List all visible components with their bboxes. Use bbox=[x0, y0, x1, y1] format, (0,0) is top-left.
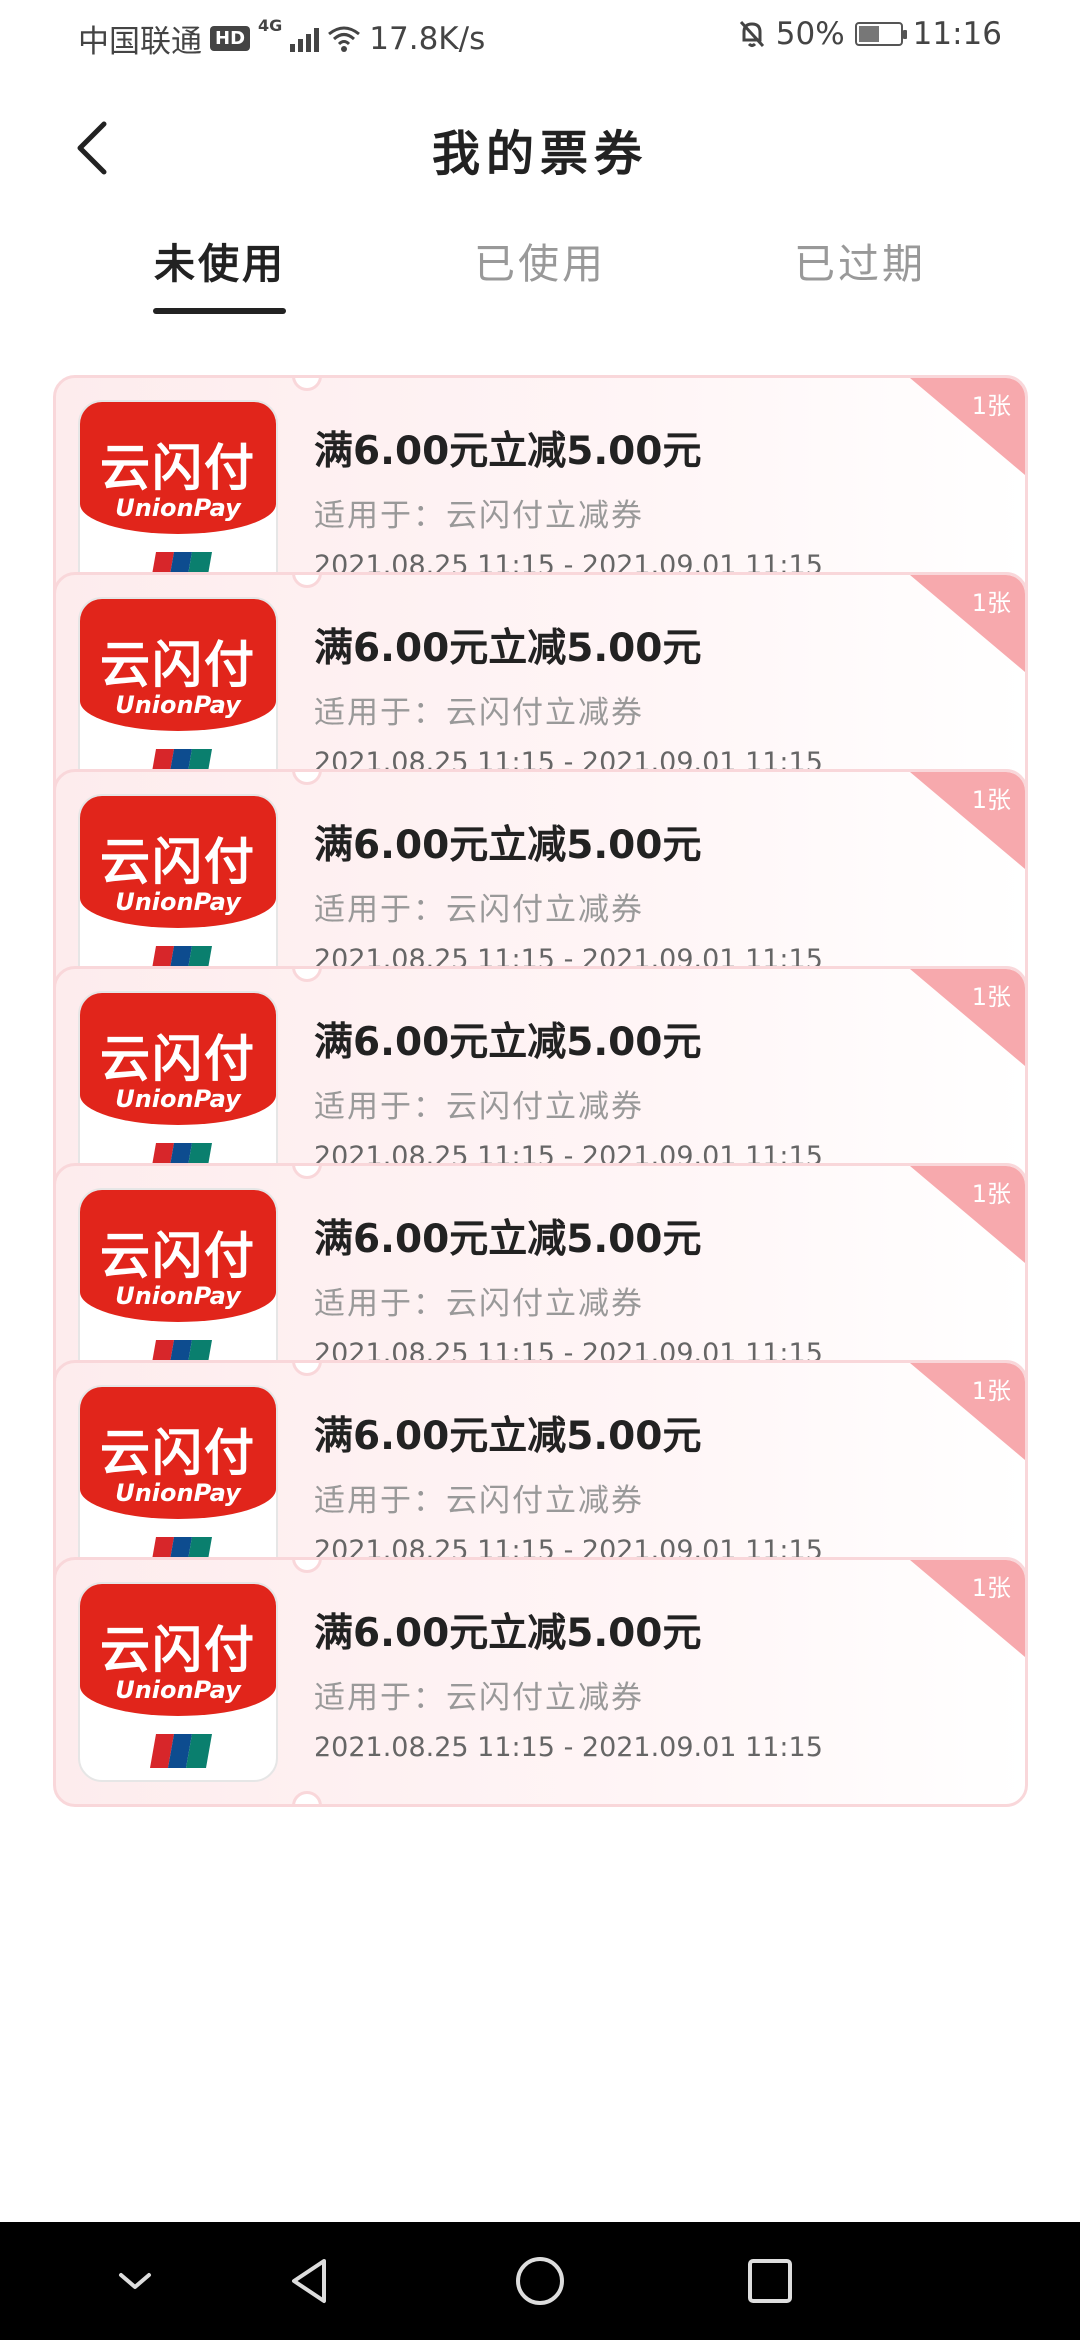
unionpay-logo: 云闪付 UnionPay bbox=[78, 1582, 278, 1782]
coupon-count-badge: 1张 bbox=[971, 1180, 1011, 1208]
unionpay-logo: 云闪付 UnionPay bbox=[78, 794, 278, 994]
coupon-scope: 适用于：云闪付立减券 bbox=[314, 1286, 644, 1322]
hd-icon: HD bbox=[210, 26, 251, 51]
logo-chinese-text: 云闪付 bbox=[100, 1030, 256, 1088]
ticket-notch bbox=[292, 575, 322, 588]
tab-unused[interactable]: 未使用 bbox=[120, 230, 320, 290]
page-title: 我的票券 bbox=[431, 126, 648, 182]
ticket-notch bbox=[292, 969, 322, 982]
ticket-notch bbox=[292, 1791, 322, 1804]
nav-recents-button[interactable] bbox=[735, 2246, 805, 2316]
tab-used[interactable]: 已使用 bbox=[440, 230, 640, 290]
coupon-title: 满6.00元立减5.00元 bbox=[314, 1414, 702, 1459]
ticket-notch bbox=[292, 1166, 322, 1179]
coupon-count-badge: 1张 bbox=[971, 392, 1011, 420]
logo-english-text: UnionPay bbox=[115, 691, 241, 719]
unionpay-logo: 云闪付 UnionPay bbox=[78, 597, 278, 797]
wifi-icon bbox=[328, 26, 361, 52]
logo-english-text: UnionPay bbox=[115, 1085, 241, 1113]
network-type: 4G bbox=[258, 16, 283, 35]
mute-icon bbox=[739, 20, 764, 48]
app-header: 我的票券 bbox=[0, 100, 1080, 190]
recents-square-icon bbox=[748, 2259, 792, 2303]
coupon-scope: 适用于：云闪付立减券 bbox=[314, 892, 644, 928]
tab-bar: 未使用 已使用 已过期 bbox=[0, 230, 1080, 320]
logo-chinese-text: 云闪付 bbox=[100, 1424, 256, 1482]
coupon-title: 满6.00元立减5.00元 bbox=[314, 1217, 702, 1262]
nav-back-button[interactable] bbox=[275, 2246, 345, 2316]
coupon-scope: 适用于：云闪付立减券 bbox=[314, 1680, 644, 1716]
system-nav-bar bbox=[0, 2222, 1080, 2340]
logo-chinese-text: 云闪付 bbox=[100, 636, 256, 694]
nav-home-button[interactable] bbox=[505, 2246, 575, 2316]
ticket-notch bbox=[292, 1560, 322, 1573]
coupon-title: 满6.00元立减5.00元 bbox=[314, 1611, 702, 1656]
signal-icon bbox=[290, 26, 320, 52]
logo-english-text: UnionPay bbox=[115, 1479, 241, 1507]
logo-chinese-text: 云闪付 bbox=[100, 1621, 256, 1679]
logo-english-text: UnionPay bbox=[115, 494, 241, 522]
coupon-count-badge: 1张 bbox=[971, 1574, 1011, 1602]
coupon-count-badge: 1张 bbox=[971, 786, 1011, 814]
coupon-count-badge: 1张 bbox=[971, 1377, 1011, 1405]
coupon-count-badge: 1张 bbox=[971, 983, 1011, 1011]
coupon-title: 满6.00元立减5.00元 bbox=[314, 1020, 702, 1065]
network-speed: 17.8K/s bbox=[369, 20, 486, 57]
coupon-title: 满6.00元立减5.00元 bbox=[314, 823, 702, 868]
collapse-icon bbox=[119, 2273, 151, 2289]
logo-chinese-text: 云闪付 bbox=[100, 439, 256, 497]
unionpay-logo: 云闪付 UnionPay bbox=[78, 400, 278, 600]
clock: 11:16 bbox=[912, 16, 1002, 52]
logo-chinese-text: 云闪付 bbox=[100, 833, 256, 891]
coupon-card[interactable]: 云闪付 UnionPay 满6.00元立减5.00元 适用于：云闪付立减券 20… bbox=[53, 1557, 1028, 1807]
unionpay-logo: 云闪付 UnionPay bbox=[78, 1188, 278, 1388]
coupon-list[interactable]: 云闪付 UnionPay 满6.00元立减5.00元 适用于：云闪付立减券 20… bbox=[0, 375, 1080, 2220]
collapse-button[interactable] bbox=[100, 2246, 170, 2316]
unionpay-card-icon bbox=[150, 1734, 212, 1768]
back-triangle-icon bbox=[292, 2259, 326, 2303]
coupon-title: 满6.00元立减5.00元 bbox=[314, 626, 702, 671]
active-tab-indicator bbox=[153, 308, 286, 314]
unionpay-logo: 云闪付 UnionPay bbox=[78, 991, 278, 1191]
tab-expired[interactable]: 已过期 bbox=[760, 230, 960, 290]
status-bar: 中国联通 HD 4G 17.8K/s 50% 11:16 bbox=[0, 0, 1080, 72]
logo-english-text: UnionPay bbox=[115, 888, 241, 916]
coupon-scope: 适用于：云闪付立减券 bbox=[314, 695, 644, 731]
ticket-notch bbox=[292, 1363, 322, 1376]
logo-chinese-text: 云闪付 bbox=[100, 1227, 256, 1285]
logo-english-text: UnionPay bbox=[115, 1282, 241, 1310]
ticket-notch bbox=[292, 772, 322, 785]
coupon-scope: 适用于：云闪付立减券 bbox=[314, 498, 644, 534]
home-circle-icon bbox=[516, 2257, 564, 2305]
battery-level bbox=[858, 26, 879, 42]
status-right: 50% 11:16 bbox=[738, 16, 1002, 52]
battery-icon bbox=[854, 22, 907, 46]
coupon-count-badge: 1张 bbox=[971, 589, 1011, 617]
coupon-validity: 2021.08.25 11:15 - 2021.09.01 11:15 bbox=[314, 1732, 823, 1763]
coupon-scope: 适用于：云闪付立减券 bbox=[314, 1483, 644, 1519]
carrier-name: 中国联通 bbox=[78, 24, 202, 60]
unionpay-logo: 云闪付 UnionPay bbox=[78, 1385, 278, 1585]
logo-english-text: UnionPay bbox=[115, 1676, 241, 1704]
coupon-scope: 适用于：云闪付立减券 bbox=[314, 1089, 644, 1125]
battery-percent: 50% bbox=[775, 16, 845, 52]
ticket-notch bbox=[292, 378, 322, 391]
status-left: 中国联通 HD 4G 17.8K/s bbox=[78, 16, 485, 61]
coupon-title: 满6.00元立减5.00元 bbox=[314, 429, 702, 474]
